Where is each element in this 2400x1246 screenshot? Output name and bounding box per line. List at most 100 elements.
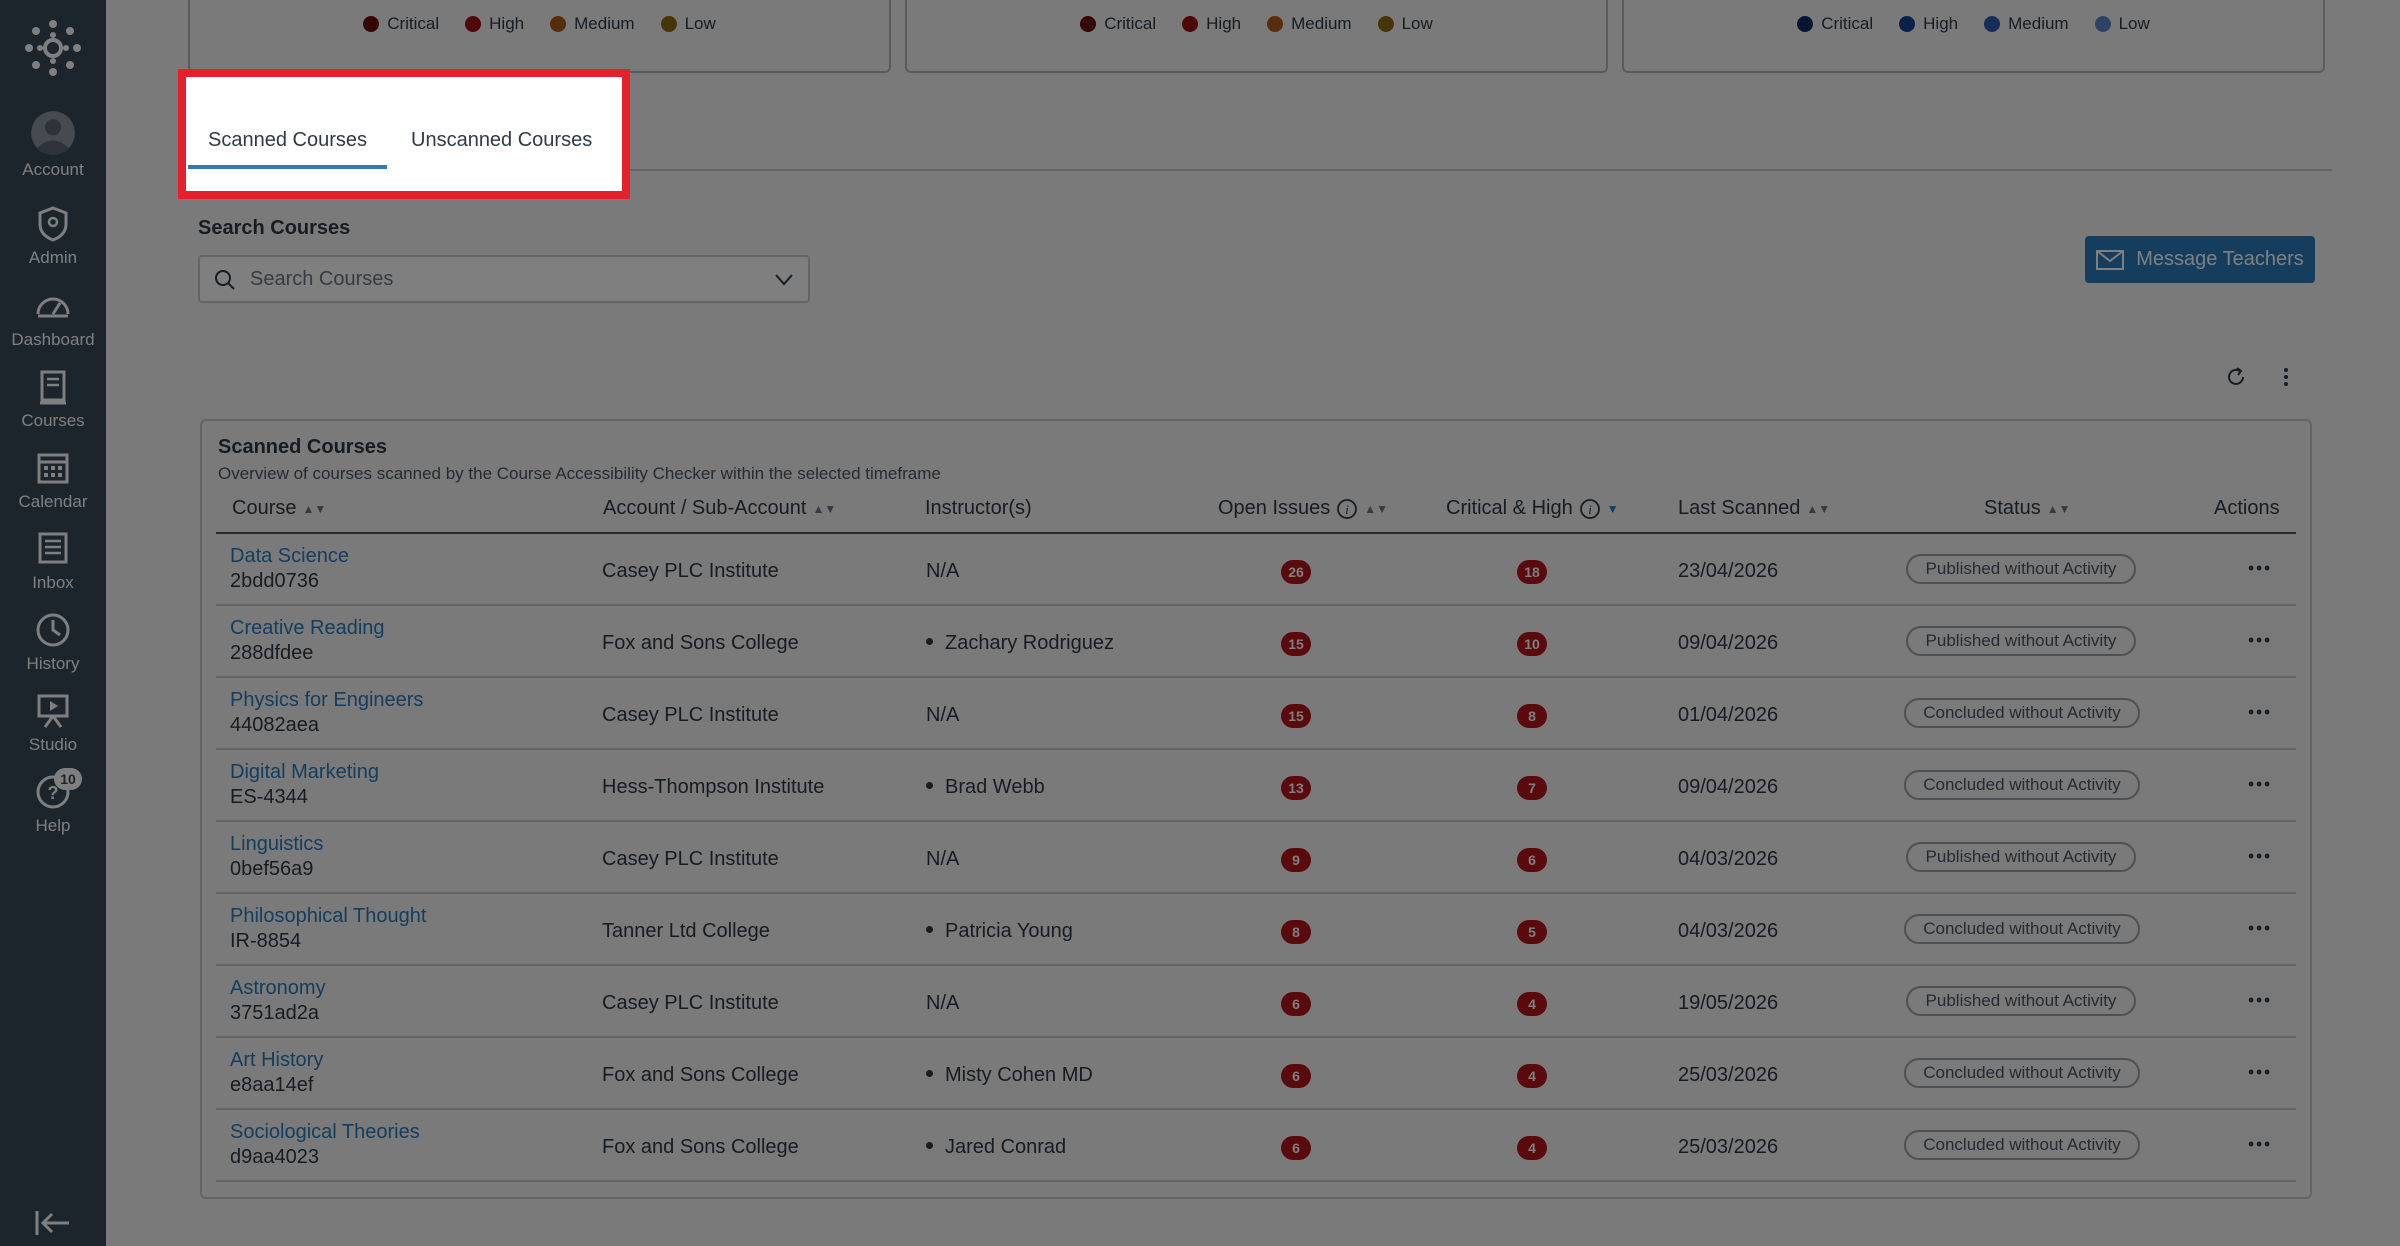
nav-courses[interactable]: Courses	[0, 367, 106, 431]
global-navigation: Account Admin Dashboard Courses Calendar…	[0, 0, 106, 1246]
row-actions-icon[interactable]	[2246, 1062, 2272, 1082]
instructor-name: Jared Conrad	[945, 1136, 1067, 1158]
more-options-icon[interactable]	[2276, 365, 2296, 389]
chevron-down-icon[interactable]	[774, 273, 794, 287]
search-icon	[215, 270, 235, 290]
header-status-label: Status	[1984, 497, 2041, 519]
header-last-scanned[interactable]: Last Scanned ▲▼	[1678, 497, 1830, 520]
row-actions-icon[interactable]	[2246, 558, 2272, 578]
nav-studio[interactable]: Studio	[0, 691, 106, 755]
nav-admin[interactable]: Admin	[0, 204, 106, 268]
open-issues-cell: 6	[1280, 1064, 1312, 1088]
nav-admin-label: Admin	[28, 248, 78, 267]
course-link[interactable]: Sociological Theories	[230, 1121, 420, 1144]
table-row: Linguistics 0bef56a9 Casey PLC Institute…	[216, 822, 2296, 894]
course-code: 0bef56a9	[230, 858, 314, 880]
canvas-logo-icon[interactable]	[23, 18, 83, 78]
course-link[interactable]: Philosophical Thought	[230, 905, 426, 928]
critical-high-badge: 5	[1517, 920, 1547, 944]
bullet	[926, 1070, 933, 1078]
account-name: Tanner Ltd College	[602, 920, 770, 942]
course-link[interactable]: Art History	[230, 1049, 323, 1072]
nav-account-label: Account	[22, 160, 84, 179]
envelope-icon	[2096, 249, 2125, 270]
header-account[interactable]: Account / Sub-Account ▲▼	[603, 497, 836, 520]
course-link[interactable]: Physics for Engineers	[230, 689, 423, 712]
header-open-issues[interactable]: Open Issues i ▲▼	[1218, 497, 1388, 520]
nav-account[interactable]: Account	[0, 110, 106, 180]
legend-item: High	[1899, 14, 1958, 34]
last-scanned-date: 04/03/2026	[1678, 848, 1779, 870]
nav-inbox-label: Inbox	[32, 573, 74, 592]
nav-inbox[interactable]: Inbox	[0, 529, 106, 593]
row-actions-icon[interactable]	[2246, 918, 2272, 938]
account-name: Casey PLC Institute	[602, 560, 779, 582]
info-icon[interactable]: i	[1579, 498, 1601, 520]
legend-card-2: Critical High Medium Low	[905, 0, 1608, 73]
row-actions-icon[interactable]	[2246, 774, 2272, 794]
history-icon	[36, 613, 70, 647]
course-link[interactable]: Digital Marketing	[230, 761, 379, 784]
row-actions-icon[interactable]	[2246, 846, 2272, 866]
open-issues-cell: 6	[1280, 1136, 1312, 1160]
legend-item: Medium	[1267, 14, 1352, 34]
nav-help[interactable]: ? Help	[0, 772, 106, 836]
legend-label: High	[1206, 14, 1242, 33]
row-actions-icon[interactable]	[2246, 1134, 2272, 1154]
course-link[interactable]: Astronomy	[230, 977, 326, 1000]
calendar-icon	[37, 453, 69, 484]
last-scanned-date: 09/04/2026	[1678, 776, 1779, 798]
table-row: Art History e8aa14ef Fox and Sons Colleg…	[216, 1038, 2296, 1110]
course-link[interactable]: Creative Reading	[230, 617, 385, 640]
header-critical-high[interactable]: Critical & High i ▼	[1446, 497, 1619, 520]
account-name: Fox and Sons College	[602, 1136, 799, 1158]
message-teachers-button[interactable]: Message Teachers	[2085, 236, 2315, 283]
header-course[interactable]: Course ▲▼	[232, 497, 326, 520]
row-actions-icon[interactable]	[2246, 630, 2272, 650]
severity-legend: Critical High Medium Low	[907, 14, 1606, 34]
legend-label: Medium	[2008, 14, 2069, 33]
header-actions: Actions	[2214, 497, 2280, 520]
course-link[interactable]: Data Science	[230, 545, 349, 568]
instructor-cell: Zachary Rodriguez	[926, 632, 1114, 655]
header-status[interactable]: Status ▲▼	[1984, 497, 2070, 520]
row-actions-icon[interactable]	[2246, 702, 2272, 722]
last-scanned-date: 04/03/2026	[1678, 920, 1779, 942]
legend-card-3: Critical High Medium Low	[1622, 0, 2325, 73]
info-icon[interactable]: i	[1336, 498, 1358, 520]
tab-unscanned-courses[interactable]: Unscanned Courses	[411, 129, 592, 152]
refresh-icon[interactable]	[2224, 365, 2248, 389]
inbox-icon	[38, 532, 68, 564]
open-issues-badge: 26	[1281, 560, 1311, 584]
critical-high-cell: 4	[1516, 992, 1548, 1016]
instructor-cell: N/A	[926, 704, 959, 727]
instructor-cell: Brad Webb	[926, 776, 1045, 799]
course-link[interactable]: Linguistics	[230, 833, 323, 856]
tab-scanned-courses[interactable]: Scanned Courses	[208, 129, 367, 152]
search-courses-combobox[interactable]	[198, 255, 810, 303]
last-scanned-date: 25/03/2026	[1678, 1136, 1779, 1158]
critical-high-badge: 4	[1517, 992, 1547, 1016]
legend-dot	[465, 16, 482, 32]
legend-dot	[1182, 16, 1199, 32]
help-notification-badge: 10	[54, 768, 82, 790]
legend-label: Critical	[387, 14, 440, 33]
nav-dashboard[interactable]: Dashboard	[0, 286, 106, 350]
legend-dot	[2094, 16, 2111, 32]
legend-label: Low	[684, 14, 716, 33]
legend-dot	[1984, 16, 2001, 32]
row-actions-icon[interactable]	[2246, 990, 2272, 1010]
instructor-cell: Patricia Young	[926, 920, 1073, 943]
search-courses-input[interactable]	[250, 265, 750, 293]
nav-calendar[interactable]: Calendar	[0, 448, 106, 512]
critical-high-cell: 5	[1516, 920, 1548, 944]
account-name: Casey PLC Institute	[602, 704, 779, 726]
nav-history[interactable]: History	[0, 610, 106, 674]
nav-courses-label: Courses	[21, 411, 85, 430]
course-code: ES-4344	[230, 786, 308, 808]
collapse-nav-icon[interactable]	[34, 1208, 72, 1238]
sort-icon: ▲▼	[1364, 501, 1389, 516]
nav-studio-label: Studio	[28, 735, 78, 754]
nav-history-label: History	[26, 654, 80, 673]
open-issues-badge: 15	[1281, 632, 1311, 656]
